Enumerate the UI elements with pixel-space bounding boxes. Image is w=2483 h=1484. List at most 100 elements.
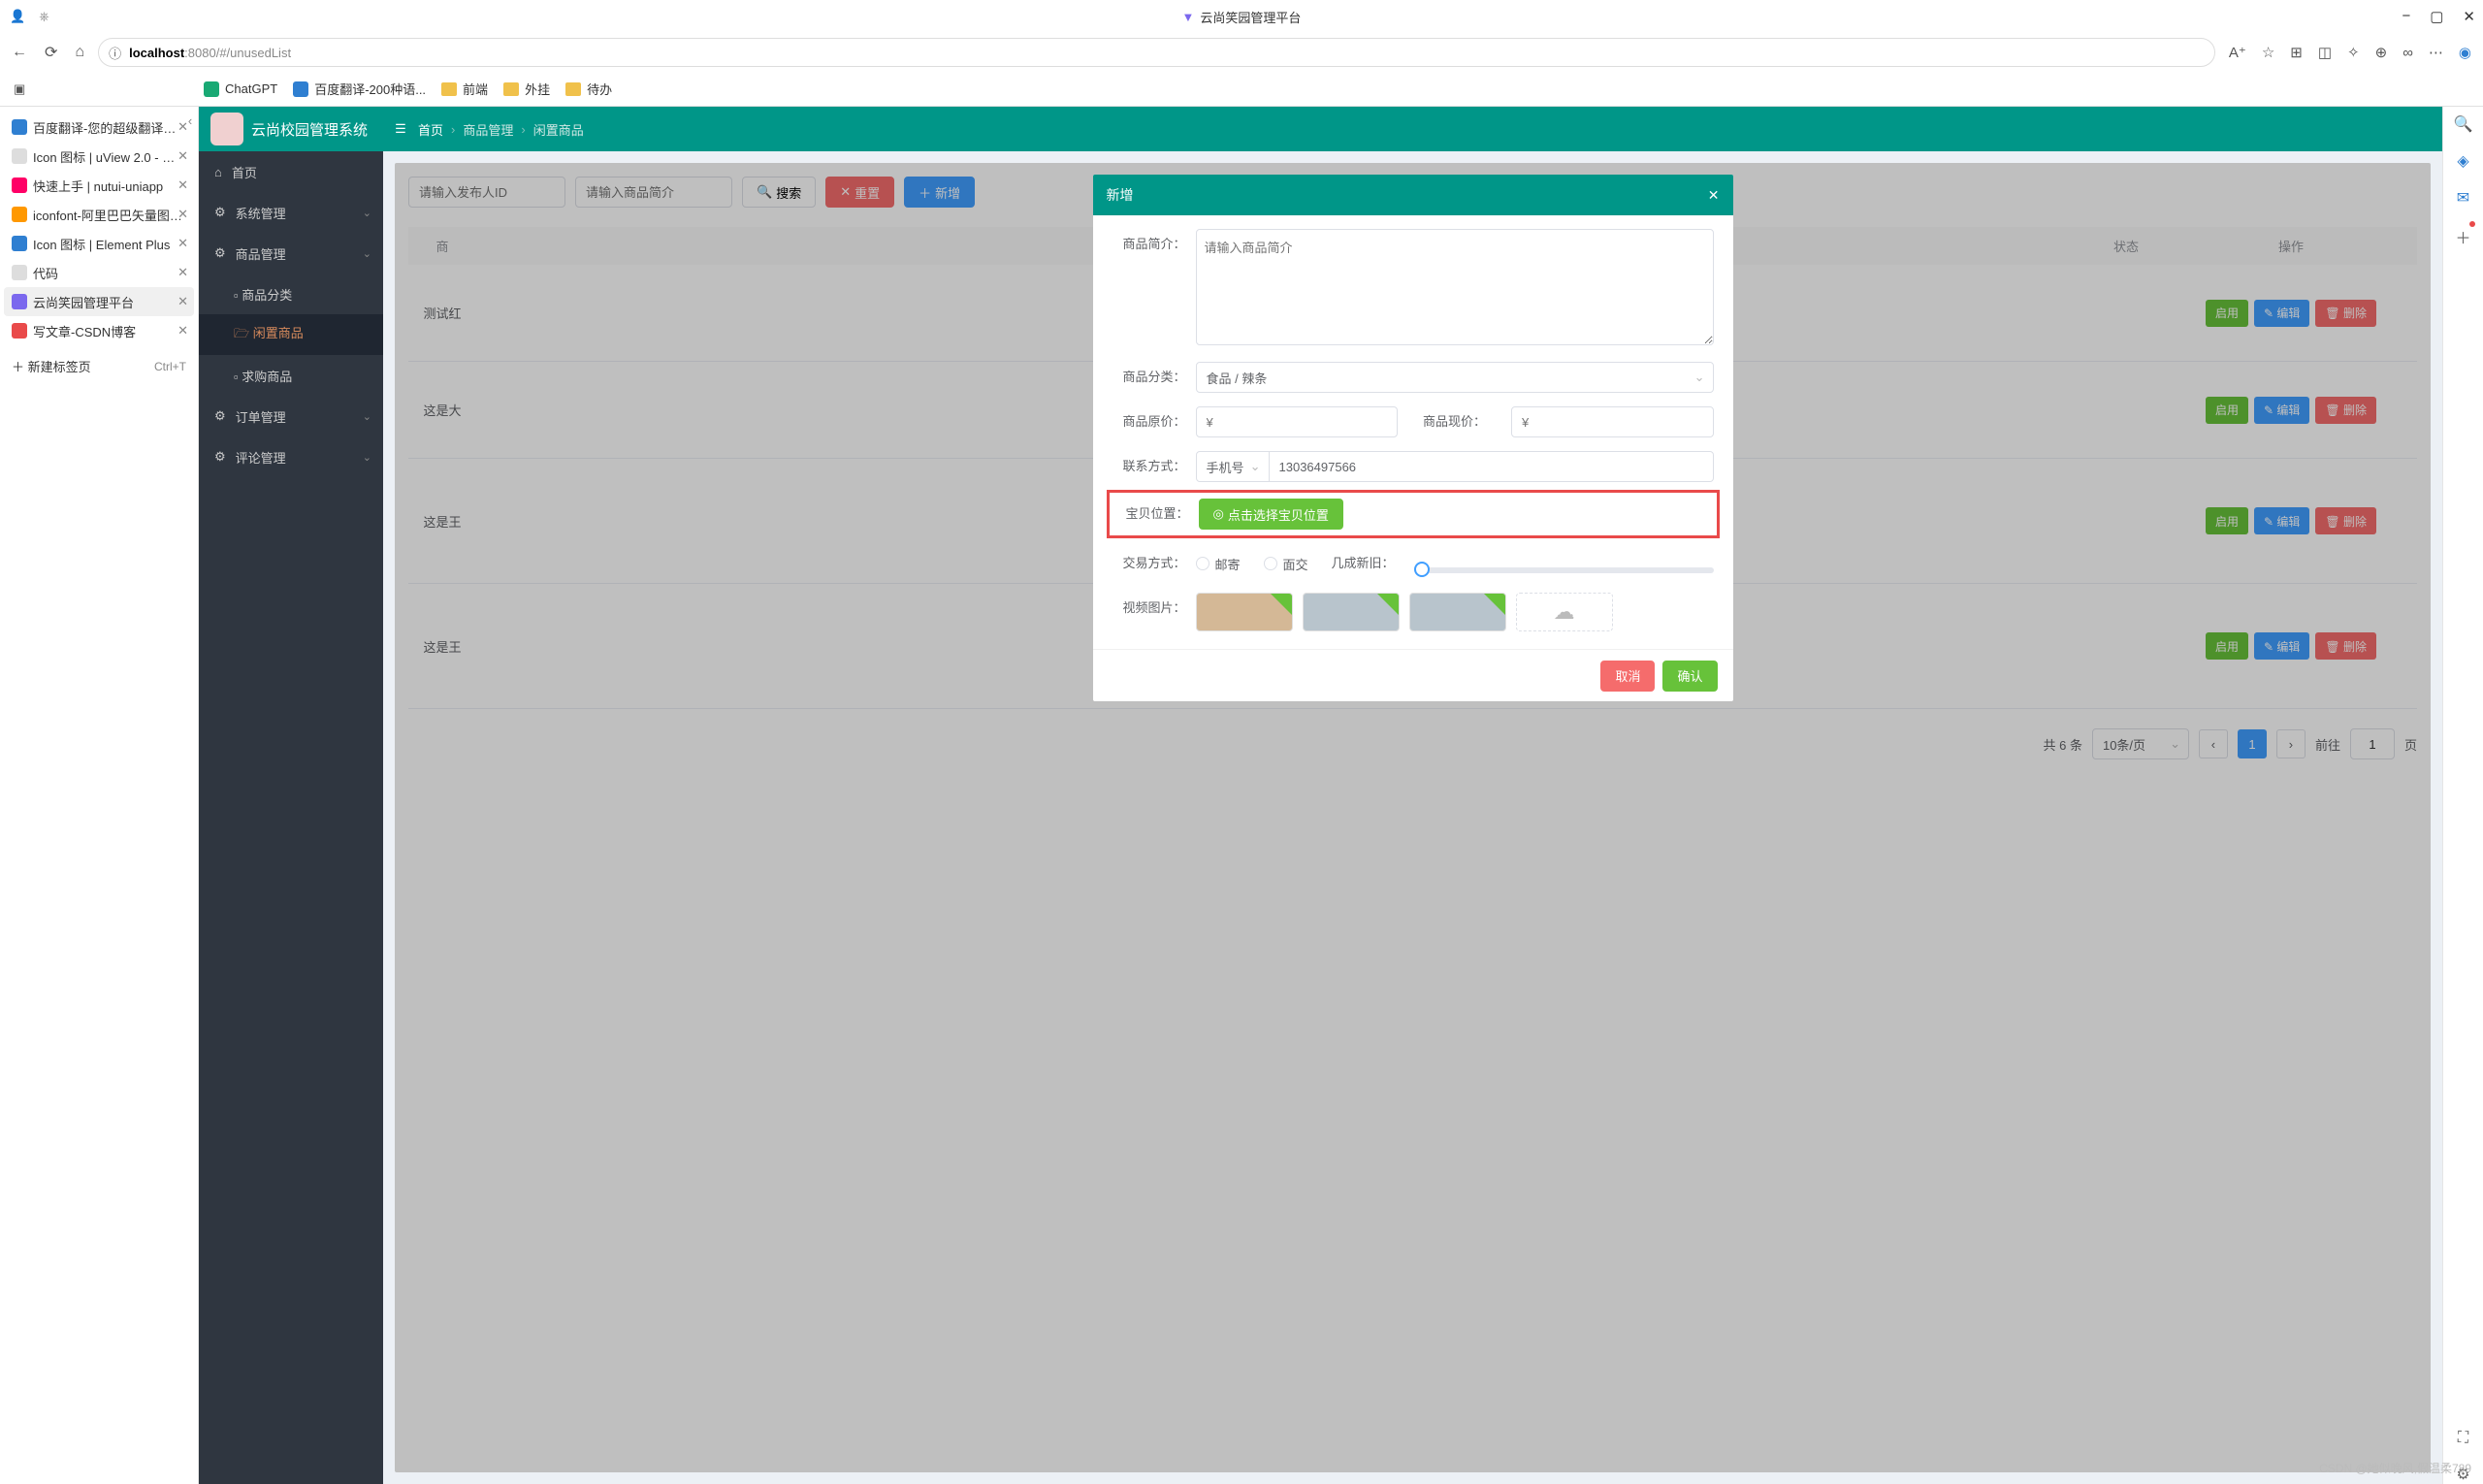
bookmark-bar: ▣ ChatGPT 百度翻译-200种语... 前端外挂待办: [0, 72, 2483, 107]
upload-item[interactable]: [1196, 593, 1293, 631]
bookmark-item[interactable]: 外挂: [503, 80, 550, 98]
add-tool-icon[interactable]: ＋: [2455, 225, 2470, 248]
curr-price-input[interactable]: [1511, 406, 1714, 437]
new-tab-button[interactable]: ＋ 新建标签页 Ctrl+T: [4, 351, 194, 381]
minimize-icon[interactable]: −: [2402, 8, 2410, 25]
collections-icon[interactable]: ✧: [2347, 44, 2360, 61]
tab-close-icon[interactable]: ✕: [177, 119, 188, 135]
main-content: 🔍 搜索 ✕ 重置 ＋ 新增 商 状态 操作 测试红启用✎ 编辑🗑 删除这是大启…: [395, 163, 2431, 1472]
modal-body: 商品简介： 商品分类： 食品 / 辣条 商品原价：: [1093, 215, 1733, 649]
tab-close-icon[interactable]: ✕: [177, 294, 188, 309]
label-orig-price: 商品原价：: [1113, 406, 1196, 437]
upload-item[interactable]: [1303, 593, 1400, 631]
contact-type-select[interactable]: 手机号: [1196, 451, 1270, 482]
tab-close-icon[interactable]: ✕: [177, 323, 188, 339]
window-controls: − ▢ ✕: [2402, 8, 2475, 25]
cancel-button[interactable]: 取消: [1600, 661, 1655, 692]
outlook-icon[interactable]: ✉: [2457, 188, 2469, 208]
label-location: 宝贝位置：: [1115, 499, 1199, 530]
contact-input[interactable]: [1270, 451, 1714, 482]
bread-home[interactable]: 首页: [418, 120, 443, 139]
condition-slider[interactable]: [1414, 567, 1714, 573]
label-contact: 联系方式：: [1113, 451, 1196, 482]
trade-mail-radio[interactable]: 邮寄: [1196, 555, 1241, 573]
sidebar-item[interactable]: ⚙ 商品管理⌄: [199, 233, 383, 274]
modal-overlay: 新增 ✕ 商品简介： 商品分类： 食品 / 辣条: [395, 163, 2431, 1472]
os-titlebar: 👤 ⎈ ▼ 云尚笑园管理平台 − ▢ ✕: [0, 0, 2483, 33]
sidebar-item[interactable]: ⚙ 系统管理⌄: [199, 192, 383, 233]
close-icon[interactable]: ✕: [2463, 8, 2475, 25]
vertical-tab[interactable]: 代码✕: [4, 258, 194, 287]
bookmark-item[interactable]: 前端: [441, 80, 488, 98]
orig-price-input[interactable]: [1196, 406, 1399, 437]
tab-close-icon[interactable]: ✕: [177, 207, 188, 222]
split-icon[interactable]: ◫: [2318, 44, 2332, 61]
back-icon[interactable]: ←: [12, 44, 27, 61]
upload-item[interactable]: [1409, 593, 1506, 631]
label-curr-price: 商品现价：: [1415, 406, 1494, 437]
upload-add-button[interactable]: ☁: [1516, 593, 1613, 631]
vertical-tab[interactable]: 写文章-CSDN博客✕: [4, 316, 194, 345]
extensions-icon[interactable]: ⊞: [2290, 44, 2303, 61]
vertical-tab[interactable]: Icon 图标 | uView 2.0 - 全面兼容✕: [4, 142, 194, 171]
tab-close-icon[interactable]: ✕: [177, 265, 188, 280]
favorite-icon[interactable]: ☆: [2262, 44, 2274, 61]
vertical-tab[interactable]: Icon 图标 | Element Plus✕: [4, 229, 194, 258]
bookmark-icon: [565, 82, 581, 96]
bookmark-item[interactable]: ChatGPT: [204, 80, 277, 98]
sidebar-subitem[interactable]: ▫ 求购商品: [199, 355, 383, 396]
sync-icon[interactable]: ∞: [2402, 45, 2413, 61]
app-logo: 云尚校园管理系统: [199, 113, 383, 145]
site-info-icon[interactable]: ⓘ: [109, 44, 121, 62]
address-bar[interactable]: ⓘ localhost:8080/#/unusedList: [98, 38, 2215, 67]
profile-icon[interactable]: 👤: [10, 9, 25, 24]
modal-footer: 取消 确认: [1093, 649, 1733, 701]
maximize-icon[interactable]: ▢: [2430, 8, 2443, 25]
trade-face-radio[interactable]: 面交: [1264, 555, 1308, 573]
vertical-tabs-icon[interactable]: ▣: [14, 81, 29, 97]
apps-icon[interactable]: ⊕: [2375, 44, 2388, 61]
confirm-button[interactable]: 确认: [1662, 661, 1717, 692]
tab-close-icon[interactable]: ✕: [177, 236, 188, 251]
label-media: 视频图片：: [1113, 593, 1196, 624]
sidebar-item[interactable]: ⌂ 首页: [199, 151, 383, 192]
search-icon[interactable]: 🔍: [2454, 114, 2473, 134]
desc-textarea[interactable]: [1196, 229, 1714, 345]
tab-close-icon[interactable]: ✕: [177, 148, 188, 164]
bookmark-icon: [503, 82, 519, 96]
tab-favicon: [12, 207, 27, 222]
sidebar-item[interactable]: ⚙ 订单管理⌄: [199, 396, 383, 436]
sidebar-subitem[interactable]: 🗁 闲置商品: [199, 314, 383, 355]
office-icon[interactable]: ◈: [2457, 151, 2468, 171]
titlebar-left: 👤 ⎈: [10, 9, 49, 24]
vertical-tab[interactable]: 快速上手 | nutui-uniapp✕: [4, 171, 194, 200]
modal-header: 新增 ✕: [1093, 175, 1733, 215]
read-aloud-icon[interactable]: A⁺: [2229, 44, 2246, 61]
highlight-annotation: 宝贝位置： ◎ 点击选择宝贝位置: [1107, 490, 1720, 538]
bookmark-icon: [441, 82, 457, 96]
vertical-tab[interactable]: 云尚笑园管理平台✕: [4, 287, 194, 316]
tab-favicon: [12, 148, 27, 164]
tab-close-icon[interactable]: ✕: [177, 177, 188, 193]
vertical-tab[interactable]: 百度翻译-您的超级翻译伙伴✕: [4, 113, 194, 142]
copilot-button-icon[interactable]: ◉: [2459, 44, 2471, 61]
add-modal: 新增 ✕ 商品简介： 商品分类： 食品 / 辣条: [1093, 175, 1733, 701]
home-icon[interactable]: ⌂: [75, 44, 84, 61]
sidebar-toggle-icon[interactable]: ☰: [383, 121, 418, 137]
tab-favicon: [12, 294, 27, 309]
refresh-icon[interactable]: ⟳: [45, 43, 57, 62]
vertical-tab[interactable]: iconfont-阿里巴巴矢量图标库✕: [4, 200, 194, 229]
screenshot-icon[interactable]: ⛶: [2458, 1430, 2468, 1447]
modal-close-icon[interactable]: ✕: [1708, 187, 1720, 204]
sidebar-item[interactable]: ⚙ 评论管理⌄: [199, 436, 383, 477]
bookmark-item[interactable]: 待办: [565, 80, 612, 98]
sidebar-subitem[interactable]: ▫ 商品分类: [199, 274, 383, 314]
more-icon[interactable]: ⋯: [2429, 44, 2443, 61]
bookmark-item[interactable]: 百度翻译-200种语...: [293, 80, 426, 98]
category-select[interactable]: 食品 / 辣条: [1196, 362, 1714, 393]
app-sidebar: ⌂ 首页⚙ 系统管理⌄⚙ 商品管理⌄▫ 商品分类🗁 闲置商品▫ 求购商品⚙ 订单…: [199, 151, 383, 1484]
copilot-icon[interactable]: ⎈: [39, 9, 48, 24]
tab-favicon: [12, 119, 27, 135]
label-condition: 几成新旧：: [1332, 548, 1404, 579]
select-location-button[interactable]: ◎ 点击选择宝贝位置: [1199, 499, 1343, 530]
